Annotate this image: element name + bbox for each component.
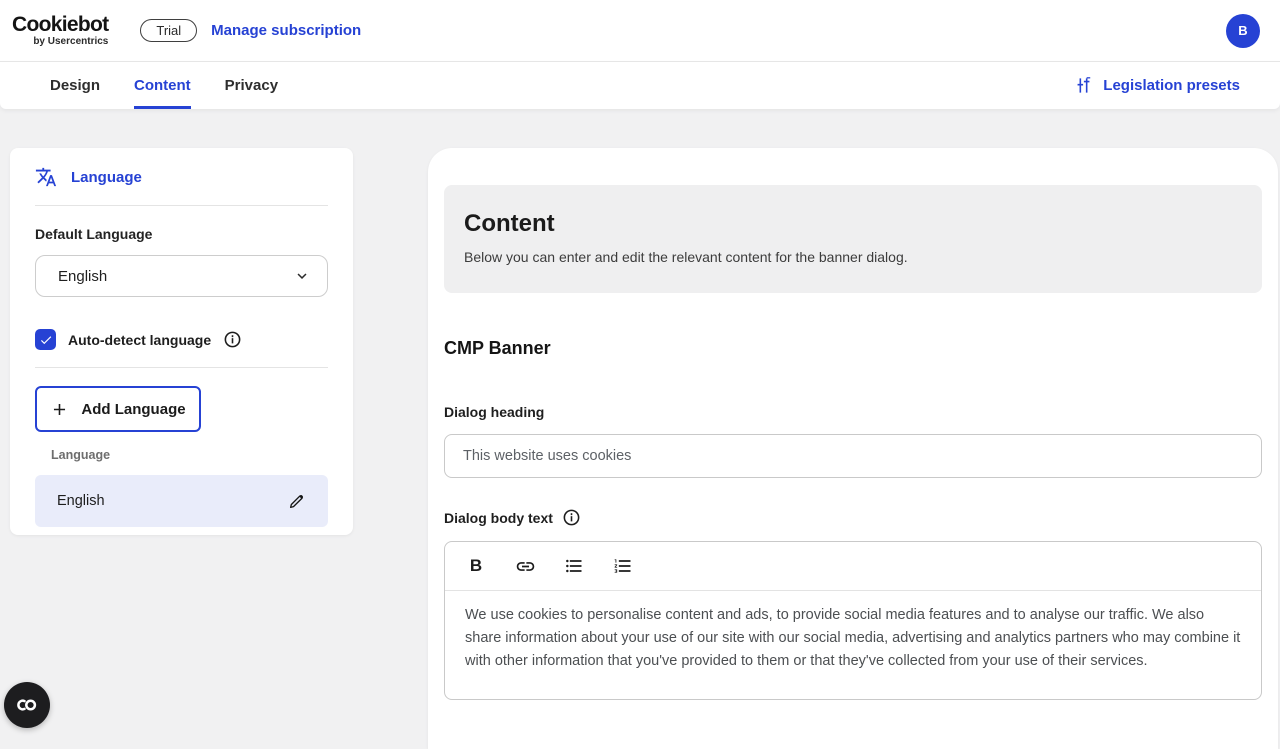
edit-pencil-icon[interactable] [287, 492, 306, 511]
language-row-english[interactable]: English [35, 475, 328, 527]
language-list-header: Language [51, 448, 328, 462]
cookiebot-chat-button[interactable] [4, 682, 50, 728]
link-button[interactable] [514, 555, 536, 577]
top-header: Cookiebot by Usercentrics Trial Manage s… [0, 0, 1280, 61]
cookiebot-mark-icon [13, 693, 41, 717]
autodetect-row: Auto-detect language [35, 329, 328, 350]
default-language-select[interactable]: English [35, 255, 328, 297]
autodetect-label: Auto-detect language [68, 332, 211, 348]
dialog-body-editor: B We use cookies to personalise content … [444, 541, 1262, 700]
translate-icon [35, 166, 57, 188]
page-title: Content [464, 210, 1242, 238]
divider [35, 367, 328, 368]
user-avatar[interactable]: B [1226, 14, 1260, 48]
tab-content[interactable]: Content [134, 62, 191, 109]
bullet-list-button[interactable] [563, 555, 585, 577]
default-language-label: Default Language [35, 226, 328, 242]
page-description: Below you can enter and edit the relevan… [464, 249, 1242, 265]
cmp-banner-section-title: CMP Banner [444, 338, 1262, 359]
dialog-body-label: Dialog body text [444, 508, 1262, 527]
intro-banner: Content Below you can enter and edit the… [444, 185, 1262, 293]
logo-title: Cookiebot [12, 14, 108, 36]
bullet-list-icon [564, 556, 584, 576]
language-name: English [57, 493, 105, 509]
default-language-value: English [58, 268, 107, 285]
sliders-icon [1074, 76, 1093, 95]
chevron-down-icon [293, 267, 311, 285]
legislation-presets-button[interactable]: Legislation presets [1074, 62, 1240, 109]
logo-subtitle: by Usercentrics [33, 36, 108, 47]
language-sidebar: Language Default Language English Auto-d… [10, 148, 353, 535]
add-language-button[interactable]: Add Language [35, 386, 201, 432]
dialog-heading-label: Dialog heading [444, 404, 1262, 420]
content-panel: Content Below you can enter and edit the… [428, 148, 1278, 749]
info-icon[interactable] [223, 330, 242, 349]
plus-icon [50, 400, 69, 419]
legislation-presets-label: Legislation presets [1103, 77, 1240, 94]
check-icon [39, 333, 53, 347]
dialog-heading-label-text: Dialog heading [444, 404, 544, 420]
numbered-list-icon [613, 556, 633, 576]
divider [35, 205, 328, 206]
cookiebot-logo[interactable]: Cookiebot by Usercentrics [12, 14, 108, 47]
info-icon[interactable] [562, 508, 581, 527]
sidebar-header: Language [35, 166, 328, 188]
autodetect-checkbox[interactable] [35, 329, 56, 350]
bold-button[interactable]: B [465, 555, 487, 577]
editor-toolbar: B [445, 542, 1261, 591]
tabs: Design Content Privacy [50, 62, 278, 109]
dialog-heading-input[interactable] [444, 434, 1262, 478]
numbered-list-button[interactable] [612, 555, 634, 577]
add-language-label: Add Language [81, 401, 185, 418]
trial-badge: Trial [140, 19, 197, 42]
tab-design[interactable]: Design [50, 62, 100, 109]
tab-privacy[interactable]: Privacy [225, 62, 278, 109]
link-icon [515, 556, 536, 577]
dialog-body-text[interactable]: We use cookies to personalise content an… [445, 591, 1261, 699]
dialog-body-label-text: Dialog body text [444, 510, 553, 526]
tab-bar: Design Content Privacy Legislation prese… [0, 61, 1280, 109]
sidebar-title: Language [71, 169, 142, 186]
manage-subscription-link[interactable]: Manage subscription [211, 22, 361, 39]
